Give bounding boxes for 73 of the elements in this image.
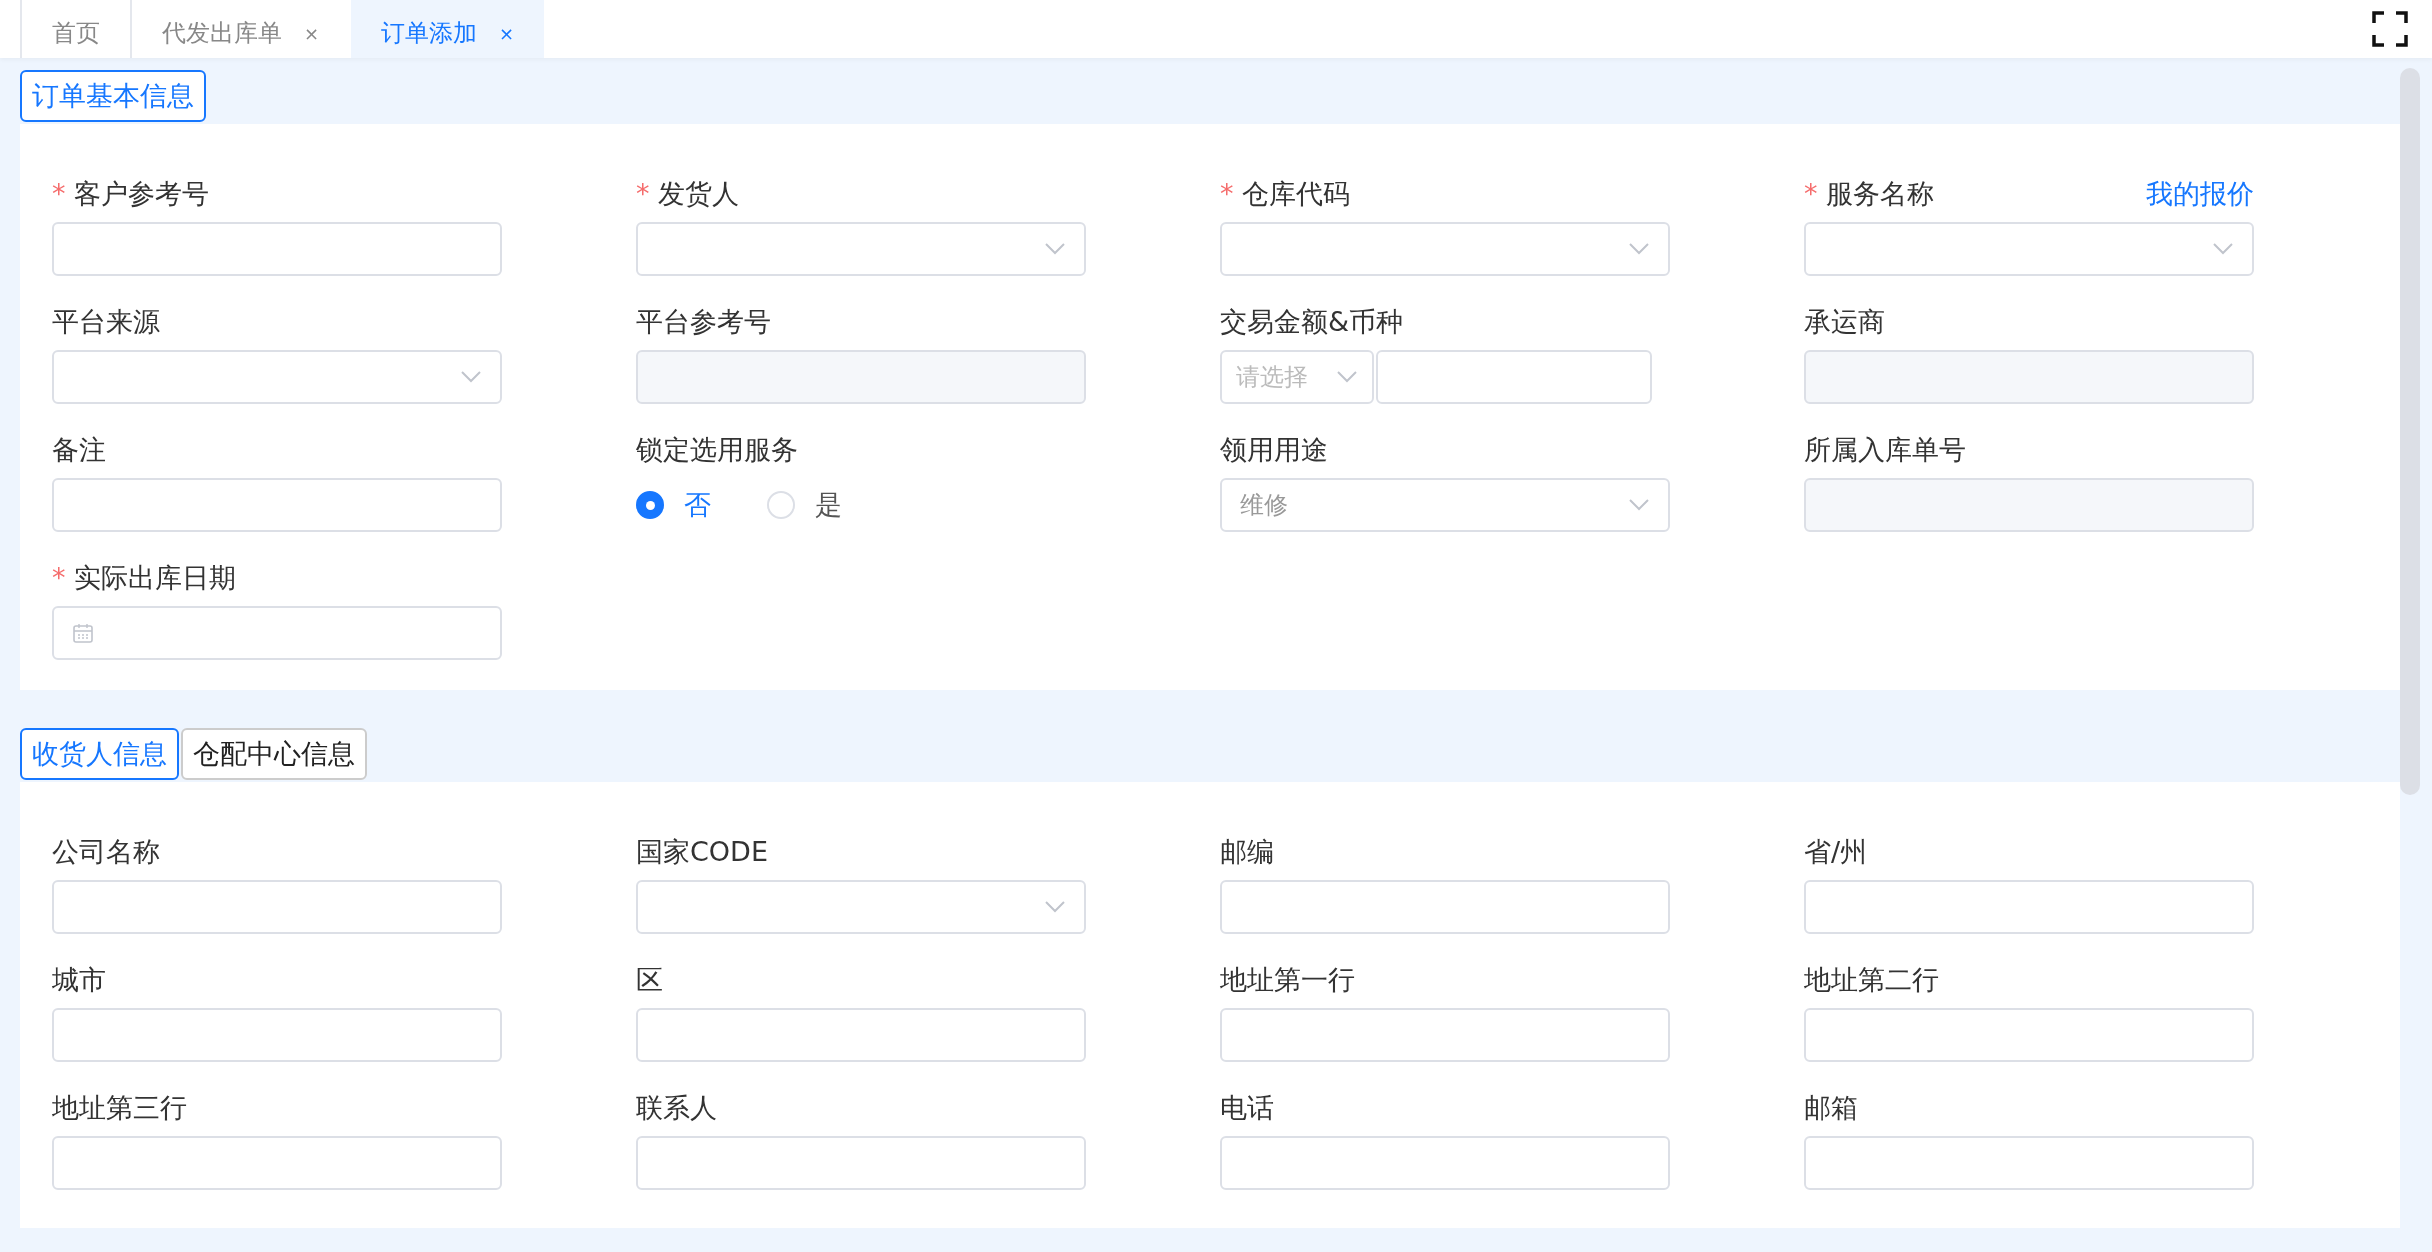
- currency-select[interactable]: 请选择: [1220, 350, 1374, 404]
- fullscreen-icon[interactable]: [2372, 11, 2408, 47]
- select-field[interactable]: [636, 222, 1086, 276]
- input-field[interactable]: [52, 222, 502, 276]
- input-field[interactable]: [52, 1008, 502, 1062]
- required-mark: *: [1220, 176, 1234, 211]
- field-label: 电话: [1220, 1090, 1274, 1125]
- select-field[interactable]: [52, 350, 502, 404]
- page-tab[interactable]: 首页: [20, 0, 130, 58]
- field-label: 省/州: [1804, 834, 1868, 869]
- close-icon[interactable]: ×: [499, 19, 515, 47]
- required-mark: *: [636, 176, 650, 211]
- field-label: 仓库代码: [1241, 176, 1350, 211]
- input-field[interactable]: [52, 478, 502, 532]
- input-field[interactable]: [1804, 1008, 2254, 1062]
- chevron-down-icon: [1044, 242, 1066, 256]
- input-field[interactable]: [1804, 1136, 2254, 1190]
- section-tab[interactable]: 仓配中心信息: [181, 728, 367, 780]
- chevron-down-icon: [1628, 242, 1650, 256]
- input-field[interactable]: [1804, 880, 2254, 934]
- input-field[interactable]: [1220, 1136, 1670, 1190]
- scrollbar[interactable]: [2400, 68, 2420, 795]
- select-field[interactable]: 维修: [1220, 478, 1670, 532]
- select-field[interactable]: [1220, 222, 1670, 276]
- field-label: 地址第三行: [52, 1090, 187, 1125]
- calendar-icon: [72, 622, 94, 644]
- field-label: 国家CODE: [636, 834, 768, 869]
- chevron-down-icon: [1044, 900, 1066, 914]
- radio-option[interactable]: 是: [767, 484, 842, 526]
- field-label: 地址第一行: [1220, 962, 1355, 997]
- field-label: 联系人: [636, 1090, 717, 1125]
- field-label: 邮箱: [1804, 1090, 1858, 1125]
- input-field[interactable]: [52, 1136, 502, 1190]
- field-label: 客户参考号: [73, 176, 209, 211]
- chevron-down-icon: [2212, 242, 2234, 256]
- select-field[interactable]: [1804, 222, 2254, 276]
- required-mark: *: [52, 176, 66, 211]
- field-label: 实际出库日期: [73, 560, 236, 595]
- chevron-down-icon: [1628, 498, 1650, 512]
- input-field[interactable]: [52, 880, 502, 934]
- input-field[interactable]: [636, 1136, 1086, 1190]
- chevron-down-icon: [1336, 370, 1358, 384]
- field-label: 备注: [52, 432, 106, 467]
- field-label: 发货人: [657, 176, 739, 211]
- field-label: 平台来源: [52, 304, 160, 339]
- amount-field[interactable]: [1376, 350, 1652, 404]
- field-label: 城市: [52, 962, 106, 997]
- section-tab[interactable]: 收货人信息: [20, 728, 179, 780]
- field-label: 所属入库单号: [1804, 432, 1966, 467]
- field-label: 公司名称: [52, 834, 160, 869]
- field-label: 地址第二行: [1804, 962, 1939, 997]
- close-icon[interactable]: ×: [304, 19, 320, 47]
- section-tab[interactable]: 订单基本信息: [20, 70, 206, 122]
- field-label: 锁定选用服务: [636, 432, 798, 467]
- field-label: 领用用途: [1220, 432, 1328, 467]
- radio-option[interactable]: 否: [636, 484, 711, 526]
- required-mark: *: [1804, 176, 1818, 211]
- input-field[interactable]: [1220, 1008, 1670, 1062]
- page-tab[interactable]: 订单添加 ×: [349, 0, 545, 58]
- select-field[interactable]: [636, 880, 1086, 934]
- page-tab[interactable]: 代发出库单 ×: [130, 0, 350, 58]
- date-field[interactable]: [52, 606, 502, 660]
- input-field[interactable]: [636, 1008, 1086, 1062]
- chevron-down-icon: [460, 370, 482, 384]
- quote-link[interactable]: 我的报价: [2146, 173, 2254, 214]
- required-mark: *: [52, 560, 66, 595]
- field-label: 邮编: [1220, 834, 1274, 869]
- field-label: 交易金额&币种: [1220, 304, 1404, 339]
- field-label: 承运商: [1804, 304, 1885, 339]
- input-field[interactable]: [1220, 880, 1670, 934]
- field-label: 区: [636, 962, 663, 997]
- field-label: 平台参考号: [636, 304, 771, 339]
- field-label: 服务名称: [1825, 176, 1934, 211]
